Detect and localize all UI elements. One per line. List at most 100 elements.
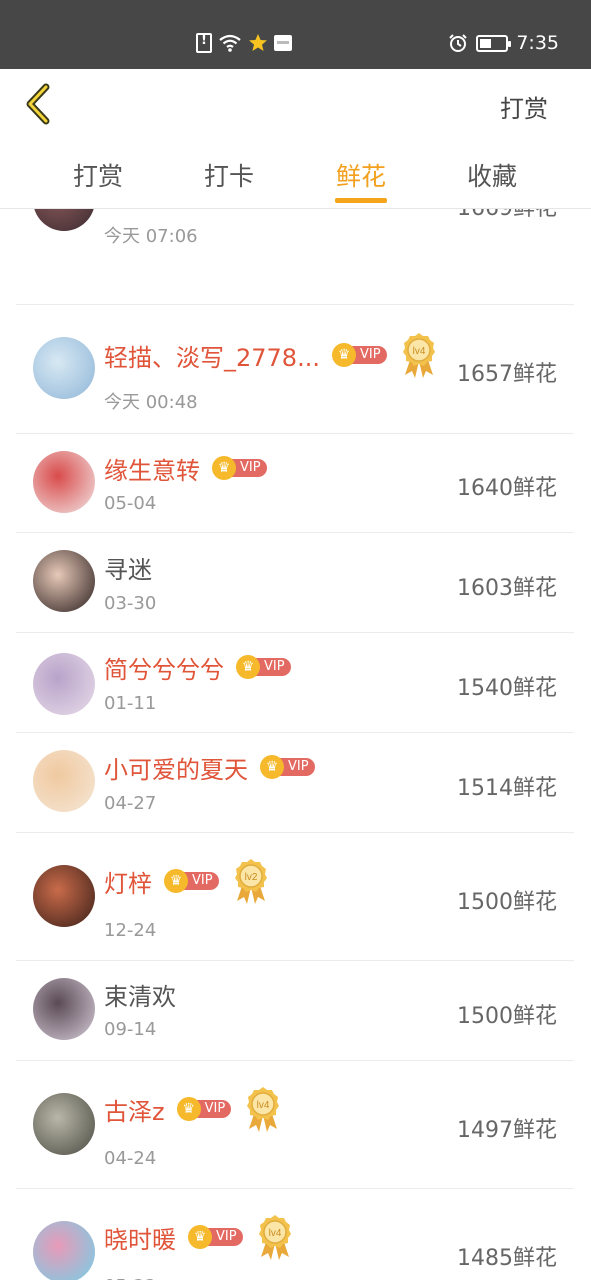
list-item[interactable]: 简兮兮兮兮 VIP 01-11 1540鲜花 bbox=[16, 633, 574, 733]
name-line: 寻迷 bbox=[104, 549, 152, 585]
vip-badge: VIP bbox=[236, 655, 291, 679]
flower-amount: 1514鲜花 bbox=[457, 776, 557, 801]
list-item[interactable]: 小可爱的夏天 VIP 04-27 1514鲜花 bbox=[16, 733, 574, 833]
vip-badge: VIP bbox=[260, 755, 315, 779]
flower-ranking-list: 叔白lv5今天 07:061669鲜花轻描、淡写_2778...VIPlv4今天… bbox=[0, 209, 591, 1280]
flower-amount: 1485鲜花 bbox=[457, 1246, 557, 1271]
time-label: 05-04 bbox=[104, 493, 157, 514]
star-icon bbox=[249, 34, 267, 51]
flower-amount: 1657鲜花 bbox=[457, 362, 557, 387]
time-label: 05-22 bbox=[104, 1276, 156, 1280]
list-item[interactable]: 寻迷 03-30 1603鲜花 bbox=[16, 533, 574, 633]
flower-amount: 1540鲜花 bbox=[457, 676, 557, 701]
level-medal-icon: lv2 bbox=[234, 859, 267, 904]
flower-amount: 1500鲜花 bbox=[457, 1004, 557, 1029]
name-line: 轻描、淡写_2778... VIP lv4 bbox=[104, 333, 437, 378]
time-label: 01-11 bbox=[104, 693, 157, 714]
crown-icon bbox=[176, 1097, 201, 1121]
tab-xianhua[interactable]: 鲜花 bbox=[316, 157, 406, 193]
user-name[interactable]: 束清欢 bbox=[104, 977, 176, 1012]
flower-amount: 1497鲜花 bbox=[457, 1118, 557, 1143]
list-item[interactable]: 灯梓 VIP lv2 12-24 1500鲜花 bbox=[16, 833, 574, 961]
tab-shoucang[interactable]: 收藏 bbox=[447, 157, 537, 193]
chevron-left-icon[interactable] bbox=[22, 83, 56, 125]
status-time: 7:35 bbox=[516, 32, 559, 54]
tab-dashang[interactable]: 打赏 bbox=[53, 157, 143, 193]
user-name[interactable]: 轻描、淡写_2778... bbox=[104, 338, 320, 373]
list-item[interactable]: 缘生意转 VIP 05-04 1640鲜花 bbox=[16, 434, 574, 533]
flower-amount: 1669鲜花 bbox=[457, 209, 557, 222]
list-item[interactable]: 叔白lv5今天 07:061669鲜花 bbox=[16, 209, 574, 305]
tab-daka[interactable]: 打卡 bbox=[184, 157, 274, 193]
level-medal-icon: lv4 bbox=[247, 1087, 280, 1132]
wifi-icon bbox=[219, 34, 241, 52]
crown-icon bbox=[331, 343, 356, 367]
level-medal-icon: lv4 bbox=[402, 333, 435, 378]
status-system-icons: 7:35 bbox=[448, 31, 559, 55]
name-line: 简兮兮兮兮 VIP bbox=[104, 649, 291, 685]
name-line: 灯梓 VIP lv2 bbox=[104, 859, 269, 904]
user-name[interactable]: 晓时暖 bbox=[104, 1220, 176, 1255]
list-item[interactable]: 晓时暖 VIP lv4 05-22 1485鲜花 bbox=[16, 1189, 574, 1280]
user-name[interactable]: 简兮兮兮兮 bbox=[104, 650, 224, 685]
list-item[interactable]: 束清欢 09-14 1500鲜花 bbox=[16, 961, 574, 1061]
alarm-icon bbox=[449, 34, 468, 52]
user-name[interactable]: 寻迷 bbox=[104, 550, 152, 585]
time-label: 04-27 bbox=[104, 793, 157, 814]
list-item[interactable]: 古泽z VIP lv4 04-24 1497鲜花 bbox=[16, 1061, 574, 1189]
avatar[interactable] bbox=[33, 865, 95, 927]
name-line: 晓时暖 VIP lv4 bbox=[104, 1215, 293, 1260]
avatar[interactable] bbox=[33, 550, 95, 612]
tab-bar: 打赏 打卡 鲜花 收藏 bbox=[0, 141, 591, 209]
name-line: 束清欢 bbox=[104, 976, 176, 1012]
header-bar: 打赏 bbox=[0, 69, 591, 141]
user-name[interactable]: 缘生意转 bbox=[104, 451, 200, 486]
time-label: 今天 07:06 bbox=[104, 226, 198, 247]
user-name[interactable]: 灯梓 bbox=[104, 864, 152, 899]
time-label: 04-24 bbox=[104, 1148, 157, 1169]
crown-icon bbox=[236, 655, 260, 679]
vip-badge: VIP bbox=[331, 343, 387, 367]
message-icon bbox=[274, 35, 292, 51]
level-label: lv4 bbox=[257, 1100, 270, 1111]
avatar[interactable] bbox=[33, 451, 95, 513]
list-item[interactable]: 轻描、淡写_2778... VIP lv4 今天 00:48 1657鲜花 bbox=[16, 305, 574, 434]
vip-badge: VIP bbox=[212, 456, 267, 480]
status-bar: 7:35 bbox=[0, 0, 591, 69]
flower-amount: 1500鲜花 bbox=[457, 890, 557, 915]
time-label: 03-30 bbox=[104, 593, 157, 614]
avatar[interactable] bbox=[33, 750, 95, 812]
vip-badge: VIP bbox=[176, 1097, 232, 1121]
name-line: 缘生意转 VIP bbox=[104, 450, 267, 486]
time-label: 09-14 bbox=[104, 1019, 157, 1040]
vip-badge: VIP bbox=[188, 1225, 243, 1249]
crown-icon bbox=[188, 1225, 212, 1249]
crown-icon bbox=[260, 755, 284, 779]
avatar[interactable] bbox=[33, 1093, 95, 1155]
avatar[interactable] bbox=[33, 209, 95, 231]
header-title[interactable]: 打赏 bbox=[500, 89, 548, 124]
time-label: 今天 00:48 bbox=[104, 392, 198, 413]
tab-active-indicator bbox=[335, 198, 387, 203]
vip-badge: VIP bbox=[164, 869, 219, 893]
avatar[interactable] bbox=[33, 337, 95, 399]
user-name[interactable]: 小可爱的夏天 bbox=[104, 750, 248, 785]
avatar[interactable] bbox=[33, 653, 95, 715]
flower-amount: 1603鲜花 bbox=[457, 576, 557, 601]
time-label: 12-24 bbox=[104, 920, 157, 941]
avatar[interactable] bbox=[33, 978, 95, 1040]
battery-icon bbox=[476, 34, 512, 52]
crown-icon bbox=[212, 456, 236, 480]
crown-icon bbox=[164, 869, 188, 893]
user-name[interactable]: 古泽z bbox=[104, 1092, 165, 1127]
status-notification-icons bbox=[196, 32, 292, 54]
avatar[interactable] bbox=[33, 1221, 95, 1280]
level-label: lv4 bbox=[412, 346, 425, 357]
name-line: 古泽z VIP lv4 bbox=[104, 1087, 281, 1132]
name-line: 小可爱的夏天 VIP bbox=[104, 749, 315, 785]
sim-alert-icon bbox=[196, 33, 212, 53]
level-label: lv4 bbox=[268, 1228, 281, 1239]
level-medal-icon: lv4 bbox=[258, 1215, 291, 1260]
flower-amount: 1640鲜花 bbox=[457, 476, 557, 501]
level-label: lv2 bbox=[244, 872, 257, 883]
